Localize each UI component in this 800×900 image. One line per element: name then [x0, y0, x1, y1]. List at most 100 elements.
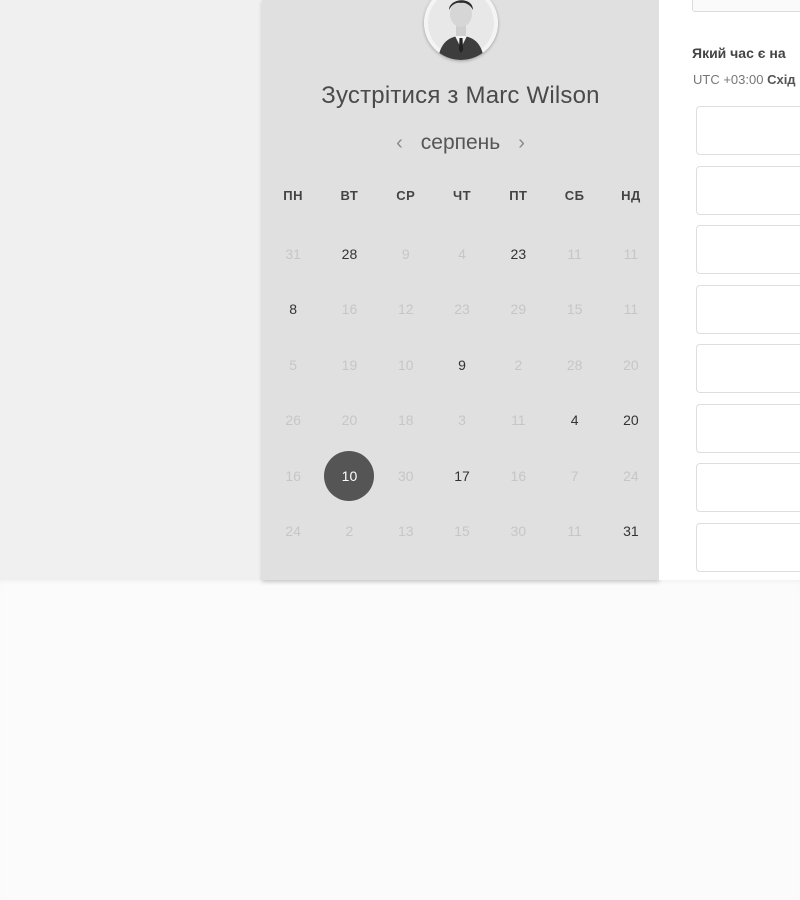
calendar-day: 7: [546, 448, 602, 504]
calendar-day-number: 11: [567, 523, 582, 540]
avatar: [424, 0, 498, 60]
calendar-day-number: 24: [285, 523, 301, 540]
calendar-day[interactable]: 4: [546, 393, 602, 449]
calendar-day: 11: [546, 226, 602, 282]
calendar-day[interactable]: 17: [434, 448, 490, 504]
calendar-day-number: 23: [510, 245, 527, 262]
calendar-day-number: 23: [454, 301, 470, 318]
weekday-fri: ПТ: [509, 188, 528, 203]
calendar-day-number: 4: [570, 412, 579, 429]
calendar-day: 24: [603, 448, 659, 504]
calendar-day: 26: [265, 393, 321, 449]
calendar-day-number: 10: [397, 356, 414, 373]
calendar-day-number: 11: [623, 301, 639, 318]
calendar-day: 2: [321, 504, 377, 560]
calendar-day: 10: [378, 337, 434, 393]
calendar-day: 16: [321, 282, 377, 338]
calendar-day-number: 9: [458, 356, 466, 373]
calendar-day[interactable]: 8: [265, 282, 321, 338]
calendar-day: 16: [265, 448, 321, 504]
calendar-day: 30: [490, 504, 546, 560]
time-selection-panel: Який час є на UTC +03:00 Схід: [659, 0, 800, 580]
calendar-day: 4: [434, 226, 490, 282]
weekday-thu: ЧТ: [453, 188, 472, 203]
calendar-day-number: 30: [397, 467, 414, 484]
calendar-day-number: 13: [397, 523, 414, 540]
weekday-sat: СБ: [564, 188, 585, 203]
calendar-day-number: 31: [623, 523, 639, 540]
calendar-day-number: 26: [285, 412, 301, 429]
calendar-days-grid: 31 28 9 4 23 11 11 8 16 12 23 29 15 11 5 19 10 9 2 28 20 26 20…: [265, 226, 659, 559]
calendar-day-number: 2: [345, 523, 354, 540]
calendar-day: 19: [321, 337, 377, 393]
weekday-mon: ПН: [283, 188, 304, 203]
calendar-panel: Зустрітися з Marc Wilson ‹ серпень › ПН …: [262, 0, 659, 580]
time-slot-button[interactable]: [696, 165, 800, 215]
calendar-day: 13: [378, 504, 434, 560]
calendar-day-number: 31: [285, 245, 301, 262]
calendar-day-selected[interactable]: 10: [321, 448, 377, 504]
calendar-day[interactable]: 20: [603, 393, 659, 449]
time-slot-button[interactable]: [696, 344, 800, 393]
time-slot-button[interactable]: [696, 106, 800, 155]
month-navigation: ‹ серпень ›: [262, 128, 659, 158]
calendar-day: 11: [546, 504, 602, 560]
calendar-day[interactable]: 28: [321, 226, 377, 282]
timezone-label[interactable]: UTC +03:00 Схід: [693, 72, 796, 87]
calendar-day: 11: [603, 282, 659, 338]
calendar-day: 20: [321, 393, 377, 449]
calendar-day-number: 20: [623, 356, 639, 373]
calendar-day: 3: [434, 393, 490, 449]
calendar-day-number: 18: [397, 412, 414, 429]
timezone-name: Схід: [767, 72, 796, 87]
calendar-day[interactable]: 9: [434, 337, 490, 393]
time-slot-button[interactable]: [696, 522, 800, 572]
time-slot-button[interactable]: [696, 463, 800, 512]
person-photo-icon: [424, 0, 498, 60]
calendar-day: 18: [378, 393, 434, 449]
weekday-header: ПН ВТ СР ЧТ ПТ СБ НД: [265, 188, 659, 203]
calendar-day-number: 20: [623, 412, 639, 429]
calendar-day: 24: [265, 504, 321, 560]
calendar-day-number: 28: [566, 356, 583, 373]
calendar-day-number: 4: [458, 245, 466, 262]
calendar-day: 5: [265, 337, 321, 393]
calendar-day: 9: [378, 226, 434, 282]
calendar-day-number: 12: [397, 301, 414, 318]
month-label: серпень: [420, 131, 501, 154]
weekday-wed: СР: [396, 188, 416, 203]
calendar-day-number: 9: [401, 245, 410, 262]
calendar-day: 31: [265, 226, 321, 282]
calendar-day: 30: [378, 448, 434, 504]
calendar-day-number: 19: [341, 356, 358, 373]
timezone-offset: UTC +03:00: [693, 72, 768, 87]
time-slot-button[interactable]: [696, 284, 800, 334]
chevron-right-icon[interactable]: ›: [514, 133, 529, 153]
weekday-tue: ВТ: [340, 188, 359, 203]
time-slot-button[interactable]: [696, 225, 800, 274]
calendar-day: 12: [378, 282, 434, 338]
calendar-day-number: 8: [289, 301, 298, 318]
time-question: Який час є на: [692, 45, 786, 61]
calendar-day[interactable]: 31: [603, 504, 659, 560]
calendar-day-number: 29: [510, 301, 527, 318]
top-input-field[interactable]: [692, 0, 800, 12]
calendar-day: 16: [490, 448, 546, 504]
calendar-day: 2: [490, 337, 546, 393]
calendar-day-number: 2: [514, 356, 523, 373]
calendar-day-number: 20: [341, 412, 358, 429]
time-slot-button[interactable]: [696, 403, 800, 453]
calendar-day-number: 3: [458, 412, 466, 429]
chevron-left-icon[interactable]: ‹: [392, 133, 407, 153]
calendar-day: 20: [603, 337, 659, 393]
calendar-day-number: 11: [623, 245, 639, 262]
calendar-day: 28: [546, 337, 602, 393]
calendar-day-number: 16: [510, 467, 527, 484]
calendar-day-number: 5: [289, 356, 298, 373]
calendar-day-number: 16: [341, 301, 358, 318]
calendar-day-number: 15: [454, 523, 470, 540]
calendar-day-number: 11: [567, 245, 582, 262]
calendar-day: 15: [434, 504, 490, 560]
calendar-day[interactable]: 23: [490, 226, 546, 282]
calendar-day-number: 11: [511, 412, 526, 429]
